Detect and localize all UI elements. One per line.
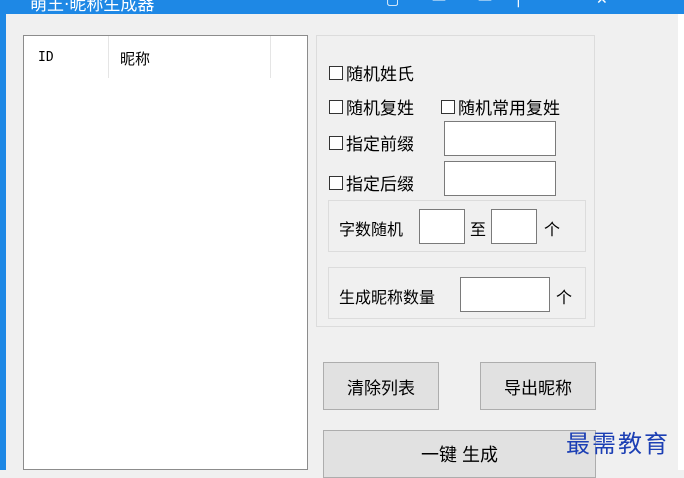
quantity-group: 生成昵称数量 个 — [328, 267, 586, 319]
quantity-label: 生成昵称数量 — [339, 288, 436, 307]
list-header: ID 昵称 — [24, 36, 307, 78]
window-title: 萌王·昵称生成器 — [30, 0, 155, 14]
checkbox-box[interactable] — [329, 135, 343, 150]
specify-prefix-label: 指定前缀 — [346, 135, 414, 155]
random-surname-checkbox[interactable]: 随机姓氏 — [329, 60, 414, 85]
minimize-icon[interactable]: — — [432, 0, 446, 8]
random-compound-surname-label: 随机复姓 — [346, 99, 414, 119]
char-count-group: 字数随机 至 个 — [328, 200, 586, 252]
column-divider[interactable] — [108, 36, 109, 78]
maximize-icon[interactable]: — — [478, 0, 492, 8]
specify-suffix-checkbox[interactable]: 指定后缀 — [329, 170, 414, 195]
char-count-min-input[interactable] — [419, 209, 465, 244]
random-common-compound-surname-checkbox[interactable]: 随机常用复姓 — [441, 94, 560, 119]
char-count-unit: 个 — [544, 220, 561, 239]
column-divider[interactable] — [270, 36, 271, 78]
pin-icon[interactable]: ▢ — [386, 0, 399, 8]
title-separator: | — [516, 0, 521, 8]
checkbox-box[interactable] — [329, 175, 343, 190]
char-count-to-label: 至 — [470, 220, 487, 239]
checkbox-box[interactable] — [329, 99, 343, 114]
prefix-input[interactable] — [444, 121, 556, 156]
quantity-unit: 个 — [556, 288, 573, 307]
char-count-max-input[interactable] — [491, 209, 537, 244]
checkbox-box[interactable] — [329, 65, 343, 80]
window-left-border — [0, 14, 6, 470]
suffix-input[interactable] — [444, 161, 556, 196]
watermark-text: 最需教育 — [566, 430, 670, 458]
quantity-input[interactable] — [460, 277, 550, 312]
window-right-border — [678, 14, 684, 470]
export-nicknames-button[interactable]: 导出昵称 — [480, 362, 596, 410]
specify-prefix-checkbox[interactable]: 指定前缀 — [329, 130, 414, 155]
char-count-label: 字数随机 — [339, 220, 404, 239]
checkbox-box[interactable] — [441, 99, 455, 114]
random-common-compound-surname-label: 随机常用复姓 — [458, 99, 560, 119]
title-bar: 萌王·昵称生成器 ▢ — — | ✕ — [0, 0, 684, 14]
specify-suffix-label: 指定后缀 — [346, 175, 414, 195]
random-surname-label: 随机姓氏 — [346, 65, 414, 85]
column-header-nickname[interactable]: 昵称 — [120, 36, 150, 78]
close-icon[interactable]: ✕ — [596, 0, 608, 8]
clear-list-button[interactable]: 清除列表 — [323, 362, 439, 410]
options-group: 随机姓氏 随机复姓 随机常用复姓 指定前缀 指定后缀 字数随机 至 个 生成昵称… — [316, 35, 595, 327]
nickname-list[interactable]: ID 昵称 — [23, 35, 308, 470]
random-compound-surname-checkbox[interactable]: 随机复姓 — [329, 94, 414, 119]
column-header-id[interactable]: ID — [38, 36, 54, 78]
generate-button[interactable]: 一键 生成 — [323, 430, 596, 478]
